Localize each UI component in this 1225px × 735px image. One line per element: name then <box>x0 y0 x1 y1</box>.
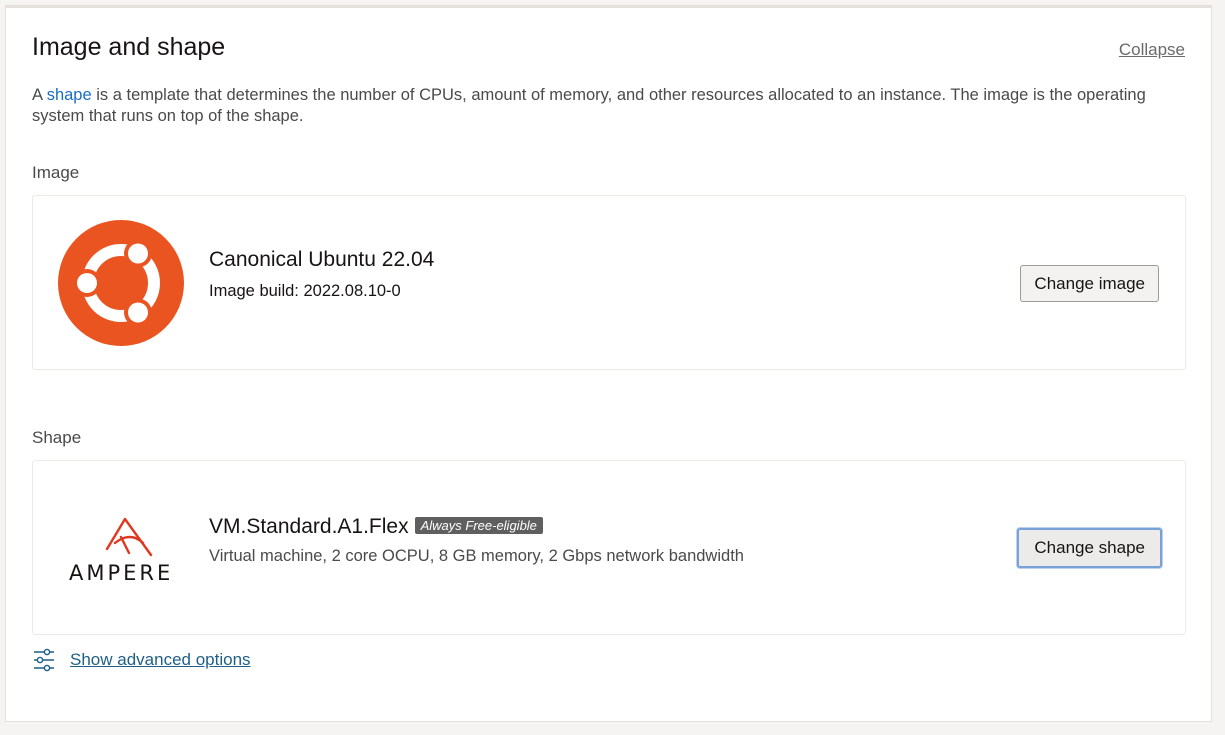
shape-name-row: VM.Standard.A1.Flex Always Free-eligible <box>209 515 543 539</box>
ampere-logo-text: AMPERE <box>69 561 174 585</box>
image-section-label: Image <box>32 163 80 182</box>
shape-name: VM.Standard.A1.Flex <box>209 515 409 538</box>
image-and-shape-panel: Image and shape Collapse A shape is a te… <box>5 5 1212 722</box>
change-shape-button[interactable]: Change shape <box>1017 528 1162 568</box>
free-eligible-badge: Always Free-eligible <box>414 517 543 534</box>
show-advanced-options-label: Show advanced options <box>70 650 251 669</box>
shape-help-link[interactable]: shape <box>47 86 92 104</box>
ubuntu-logo-icon <box>58 220 184 346</box>
sliders-icon <box>32 648 56 672</box>
shape-details: Virtual machine, 2 core OCPU, 8 GB memor… <box>209 547 744 565</box>
section-title: Image and shape <box>32 33 226 61</box>
show-advanced-options-link[interactable]: Show advanced options <box>32 648 251 672</box>
change-image-button[interactable]: Change image <box>1020 265 1159 302</box>
image-build: Image build: 2022.08.10-0 <box>209 282 401 300</box>
image-name: Canonical Ubuntu 22.04 <box>209 248 435 271</box>
description-text: is a template that determines the number… <box>32 86 1146 125</box>
description-prefix: A <box>32 86 47 104</box>
image-card: Canonical Ubuntu 22.04 Image build: 2022… <box>32 195 1186 370</box>
section-description: A shape is a template that determines th… <box>32 85 1162 127</box>
shape-card: AMPERE VM.Standard.A1.Flex Always Free-el… <box>32 460 1186 635</box>
shape-section-label: Shape <box>32 428 82 447</box>
collapse-link[interactable]: Collapse <box>1119 40 1185 60</box>
